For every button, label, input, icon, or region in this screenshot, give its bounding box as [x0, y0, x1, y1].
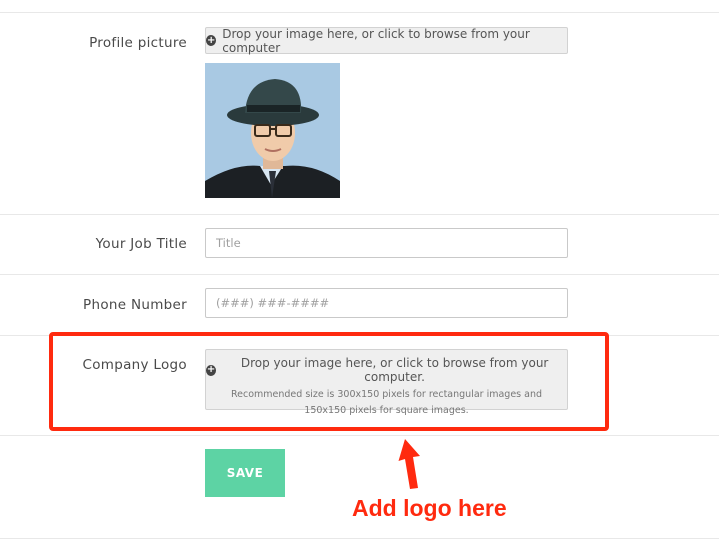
- save-button[interactable]: SAVE: [205, 449, 285, 497]
- annotation-text: Add logo here: [352, 495, 507, 521]
- divider: [0, 274, 719, 275]
- phone-number-label: Phone Number: [83, 297, 187, 313]
- profile-picture-dropzone-text: Drop your image here, or click to browse…: [222, 26, 530, 55]
- divider: [0, 538, 719, 539]
- profile-picture-label: Profile picture: [89, 35, 187, 51]
- annotation-arrow-icon: [398, 439, 420, 489]
- profile-picture-dropzone[interactable]: + Drop your image here, or click to brow…: [205, 26, 568, 55]
- divider: [0, 435, 719, 436]
- profile-picture-image: [205, 63, 340, 198]
- profile-photo: [205, 63, 340, 198]
- plus-circle-icon: +: [206, 34, 217, 46]
- job-title-label: Your Job Title: [95, 236, 187, 252]
- divider: [0, 214, 719, 215]
- highlight-box: [49, 332, 609, 431]
- job-title-input[interactable]: [205, 228, 568, 258]
- phone-number-input[interactable]: [205, 288, 568, 318]
- divider: [0, 12, 719, 13]
